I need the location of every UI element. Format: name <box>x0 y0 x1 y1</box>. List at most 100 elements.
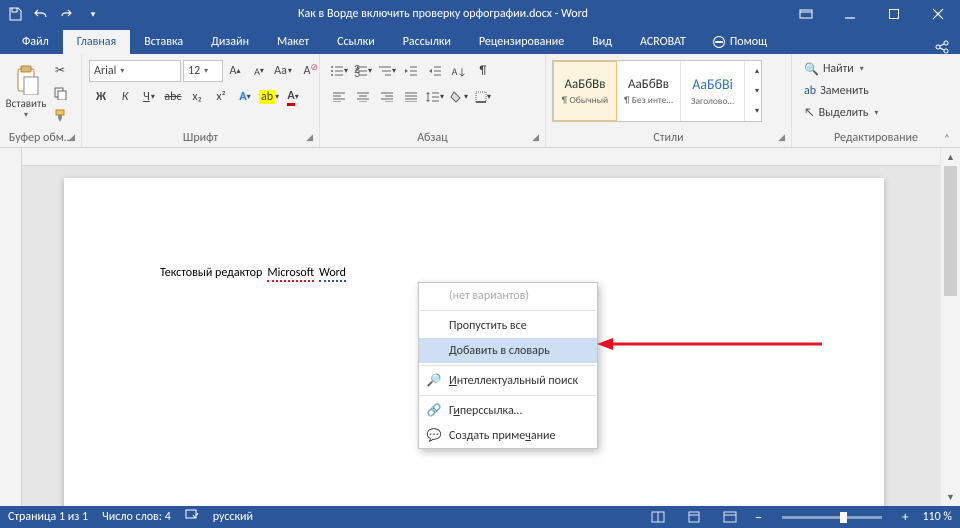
paste-button[interactable]: Вставить ▾ <box>4 56 48 128</box>
shading-icon[interactable]: ▾ <box>448 86 470 108</box>
styles-more-icon[interactable]: ▾ <box>746 101 768 121</box>
scroll-up-icon[interactable]: ▲ <box>941 148 960 166</box>
cm-add-to-dictionary[interactable]: Добавить в словарь <box>419 338 597 363</box>
align-left-icon[interactable] <box>328 86 350 108</box>
style-no-spacing[interactable]: АаБбВв ¶ Без инте… <box>617 61 681 121</box>
zoom-in-icon[interactable]: + <box>902 510 908 525</box>
tab-review[interactable]: Рецензирование <box>465 30 578 54</box>
zoom-slider[interactable] <box>782 516 882 519</box>
change-case-icon[interactable]: Aa▾ <box>272 60 294 82</box>
undo-icon[interactable] <box>32 5 50 23</box>
tab-insert[interactable]: Вставка <box>130 30 197 54</box>
scrollbar-thumb[interactable] <box>944 166 957 296</box>
sort-icon[interactable]: A↓ <box>448 60 470 82</box>
show-marks-icon[interactable]: ¶ <box>472 60 494 82</box>
paragraph-launcher-icon[interactable]: ◢ <box>532 132 539 143</box>
shrink-font-icon[interactable]: A▾ <box>248 60 270 82</box>
status-bar: Страница 1 из 1 Число слов: 4 русский − … <box>0 506 960 528</box>
misspelled-word[interactable]: Microsoft <box>267 266 314 282</box>
multilevel-list-icon[interactable]: ▾ <box>376 60 398 82</box>
font-launcher-icon[interactable]: ◢ <box>306 132 313 143</box>
decrease-indent-icon[interactable] <box>400 60 422 82</box>
read-mode-icon[interactable] <box>647 509 669 525</box>
maximize-icon[interactable] <box>872 0 916 28</box>
strikethrough-button[interactable]: abc <box>162 86 184 108</box>
clipboard-launcher-icon[interactable]: ◢ <box>68 132 75 143</box>
tab-acrobat[interactable]: ACROBAT <box>626 30 700 54</box>
tab-view[interactable]: Вид <box>578 30 626 54</box>
share-icon[interactable] <box>924 40 960 54</box>
underline-button[interactable]: Ч▾ <box>138 86 160 108</box>
bold-button[interactable]: Ж <box>90 86 112 108</box>
superscript-button[interactable]: x² <box>210 86 232 108</box>
font-size-combo[interactable]: 12▾ <box>183 60 223 82</box>
styles-launcher-icon[interactable]: ◢ <box>778 132 785 143</box>
font-color-icon[interactable]: A▾ <box>282 86 304 108</box>
select-button[interactable]: ↖Выделить▾ <box>802 103 880 123</box>
status-word-count[interactable]: Число слов: 4 <box>102 510 171 524</box>
comment-icon: 💬 <box>426 428 442 443</box>
copy-icon[interactable] <box>49 82 71 104</box>
tab-design[interactable]: Дизайн <box>197 30 263 54</box>
find-button[interactable]: 🔍Найти▾ <box>802 59 880 79</box>
tab-home[interactable]: Главная <box>63 30 130 54</box>
select-icon: ↖ <box>804 106 815 120</box>
bullets-icon[interactable]: ▾ <box>328 60 350 82</box>
ribbon-display-icon[interactable] <box>784 0 828 28</box>
style-heading1[interactable]: АаБбВі Заголово… <box>681 61 745 121</box>
grammar-word[interactable]: Word <box>319 266 346 282</box>
style-normal[interactable]: АаБбВв ¶ Обычный <box>553 61 617 121</box>
styles-down-icon[interactable]: ▾ <box>746 81 768 101</box>
borders-icon[interactable]: ▾ <box>472 86 494 108</box>
collapse-ribbon-icon[interactable]: ˄ <box>938 132 956 145</box>
replace-button[interactable]: abЗаменить <box>802 81 880 101</box>
increase-indent-icon[interactable] <box>424 60 446 82</box>
highlight-icon[interactable]: ab▾ <box>258 86 280 108</box>
status-page[interactable]: Страница 1 из 1 <box>8 510 88 524</box>
clear-formatting-icon[interactable]: A⊘ <box>296 60 318 82</box>
zoom-out-icon[interactable]: − <box>755 509 762 526</box>
styles-gallery[interactable]: АаБбВв ¶ Обычный АаБбВв ¶ Без инте… АаБб… <box>552 60 762 122</box>
horizontal-ruler <box>22 148 940 166</box>
justify-icon[interactable] <box>400 86 422 108</box>
qat-customize-icon[interactable]: ▾ <box>84 5 102 23</box>
group-styles-label: Стили <box>653 131 683 145</box>
styles-up-icon[interactable]: ▴ <box>746 61 768 81</box>
status-language[interactable]: русский <box>213 510 253 524</box>
numbering-icon[interactable]: 123▾ <box>352 60 374 82</box>
cm-new-comment[interactable]: 💬Создать примечание <box>419 423 597 448</box>
vertical-ruler <box>0 148 22 506</box>
cut-icon[interactable]: ✂ <box>49 59 71 81</box>
replace-icon: ab <box>804 84 816 98</box>
minimize-icon[interactable] <box>828 0 872 28</box>
format-painter-icon[interactable] <box>49 105 71 127</box>
web-layout-icon[interactable] <box>719 509 741 525</box>
close-icon[interactable] <box>916 0 960 28</box>
italic-button[interactable]: К <box>114 86 136 108</box>
cm-ignore-all[interactable]: Пропустить все <box>419 313 597 338</box>
status-spellcheck-icon[interactable] <box>185 509 199 525</box>
subscript-button[interactable]: x₂ <box>186 86 208 108</box>
document-text[interactable]: Текстовый редактор Microsoft Word <box>160 266 788 282</box>
align-right-icon[interactable] <box>376 86 398 108</box>
align-center-icon[interactable] <box>352 86 374 108</box>
save-icon[interactable] <box>6 5 24 23</box>
font-name-combo[interactable]: Arial▾ <box>89 60 181 82</box>
zoom-level[interactable]: 110 % <box>922 510 952 524</box>
text-effects-icon[interactable]: A▾ <box>234 86 256 108</box>
line-spacing-icon[interactable]: ▾ <box>424 86 446 108</box>
redo-icon[interactable] <box>58 5 76 23</box>
vertical-scrollbar[interactable]: ▲ ▼ <box>940 148 960 506</box>
tab-references[interactable]: Ссылки <box>323 30 389 54</box>
document-area[interactable]: Текстовый редактор Microsoft Word (нет в… <box>22 148 940 506</box>
tab-mailings[interactable]: Рассылки <box>389 30 465 54</box>
annotation-arrow <box>597 334 827 354</box>
tell-me[interactable]: Помощ <box>700 30 779 54</box>
cm-smart-lookup[interactable]: 🔎Интеллектуальный поиск <box>419 368 597 393</box>
grow-font-icon[interactable]: A▴ <box>224 60 246 82</box>
tab-file[interactable]: Файл <box>8 30 63 54</box>
scroll-down-icon[interactable]: ▼ <box>941 488 960 506</box>
cm-hyperlink[interactable]: 🔗Гиперссылка… <box>419 398 597 423</box>
tab-layout[interactable]: Макет <box>263 30 323 54</box>
print-layout-icon[interactable] <box>683 509 705 525</box>
